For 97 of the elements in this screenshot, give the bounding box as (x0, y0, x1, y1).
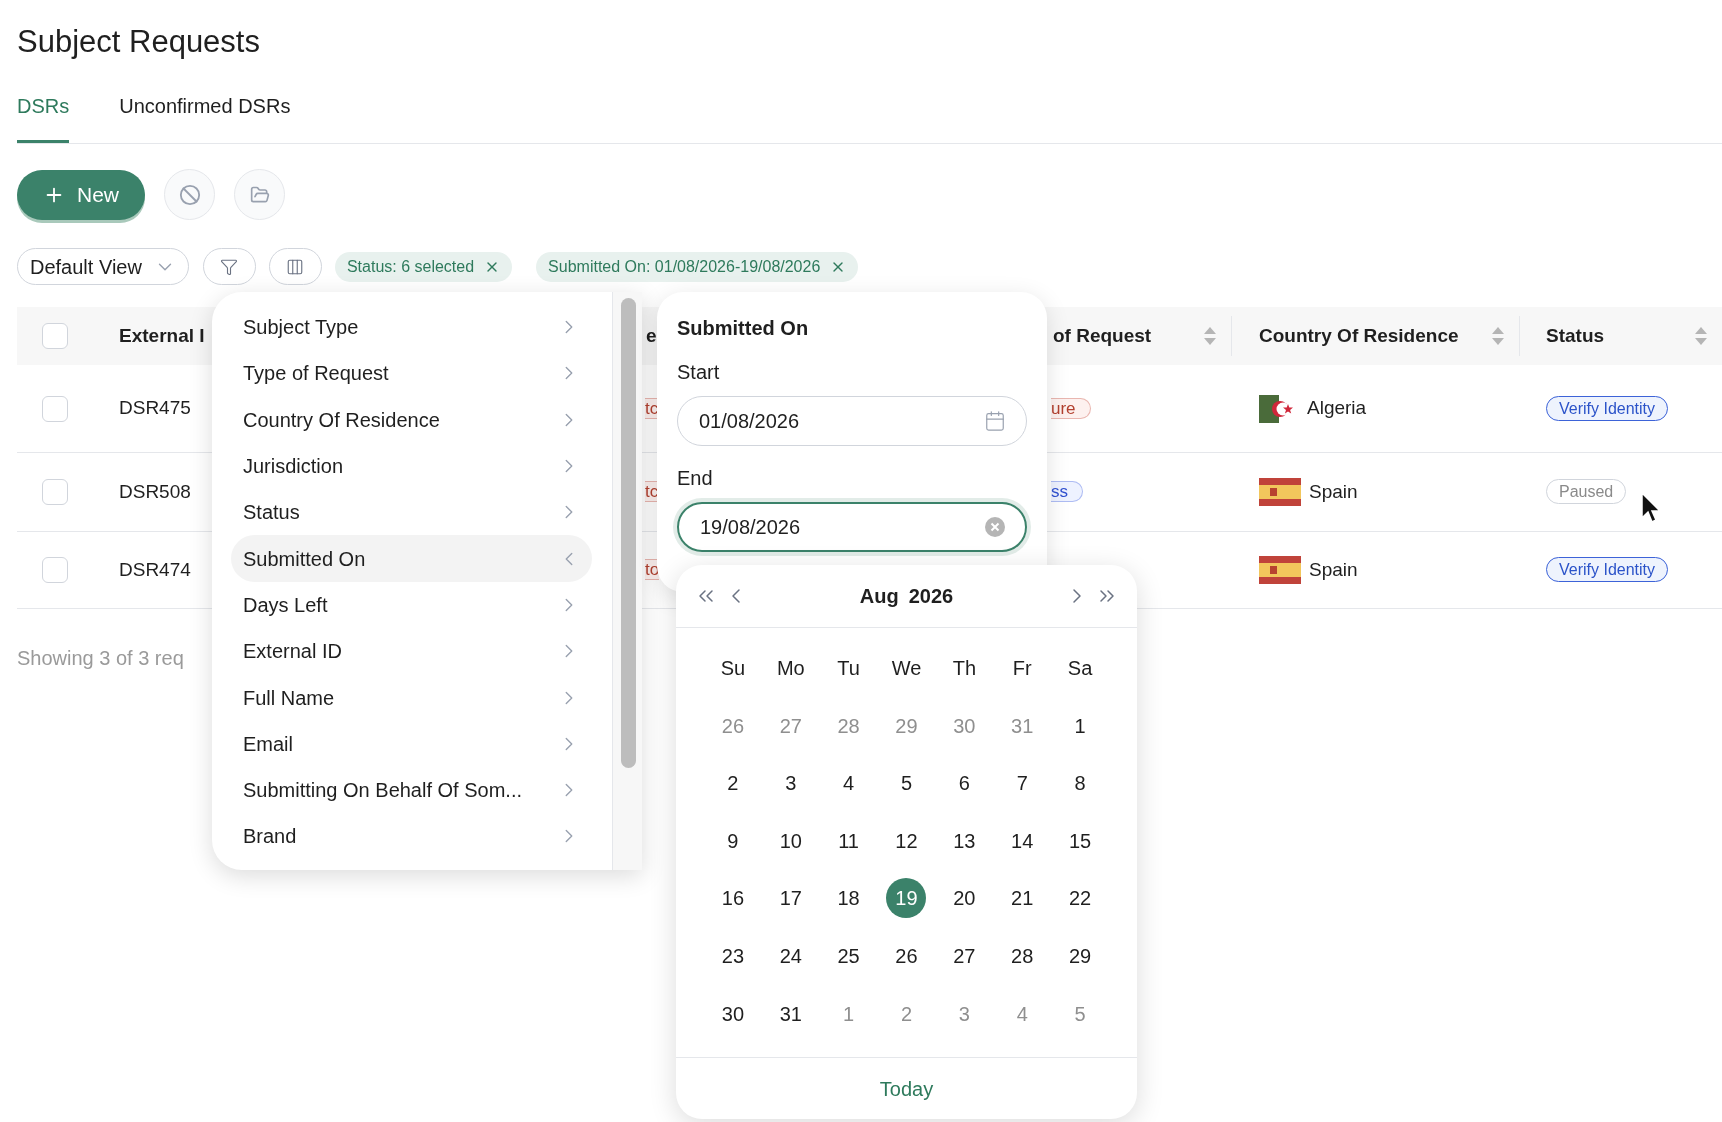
folder-icon (249, 184, 270, 205)
table-cell-text: Spain (1309, 479, 1358, 504)
filter-menu-item[interactable]: Submitted On (231, 535, 592, 582)
calendar-day[interactable]: 6 (944, 763, 985, 804)
year-label[interactable]: 2026 (908, 581, 954, 611)
date-field[interactable]: 01/08/2026 (677, 396, 1027, 446)
prohibited-icon (178, 183, 201, 206)
calendar-day[interactable]: 21 (1002, 878, 1043, 919)
clear-icon[interactable] (985, 517, 1005, 537)
calendar-day[interactable]: 26 (886, 935, 927, 976)
today-button[interactable]: Today (879, 1073, 934, 1104)
sort-icon[interactable] (1491, 325, 1505, 347)
calendar-day[interactable]: 8 (1060, 763, 1101, 804)
new-button[interactable]: New (17, 169, 145, 220)
filter-menu-item[interactable]: External ID (231, 628, 592, 675)
tab[interactable]: DSRs (17, 94, 70, 143)
checkbox[interactable] (42, 323, 68, 349)
table-cell-text: Algeria (1307, 396, 1367, 421)
calendar-day[interactable]: 20 (944, 878, 985, 919)
filter-menu-item[interactable]: Days Left (231, 581, 592, 629)
calendar-day[interactable]: 16 (712, 878, 753, 919)
checkbox[interactable] (42, 557, 68, 583)
field-label: End (677, 466, 714, 490)
tab[interactable]: Unconfirmed DSRs (119, 94, 291, 143)
weekday-label: We (891, 656, 922, 681)
status-badge: Verify Identity (1546, 557, 1669, 582)
calendar-day[interactable]: 17 (770, 878, 811, 919)
request-type-tag: to (645, 559, 660, 580)
calendar-day[interactable]: 23 (712, 935, 753, 976)
calendar-day[interactable]: 11 (828, 820, 869, 861)
calendar-day[interactable]: 3 (770, 763, 811, 804)
weekday-label: Sa (1067, 656, 1093, 681)
columns-icon (286, 257, 305, 276)
calendar-day[interactable]: 29 (1060, 935, 1101, 976)
field-label: Start (677, 360, 721, 384)
calendar-day[interactable]: 4 (828, 763, 869, 804)
filter-menu-item[interactable]: Subject Type (231, 304, 592, 351)
column-header: Status (1546, 323, 1605, 348)
table-cell-text: Spain (1309, 557, 1358, 582)
request-type-tag: ss (1051, 481, 1083, 502)
weekday-label: Su (720, 656, 746, 681)
table-cell: DSR475 (119, 397, 191, 419)
filter-icon (220, 257, 239, 276)
calendar-day[interactable]: 24 (770, 935, 811, 976)
month-label[interactable]: Aug (859, 581, 899, 611)
popover-title: Submitted On (677, 316, 810, 340)
calendar-day[interactable]: 2 (712, 763, 753, 804)
folder-button[interactable] (234, 169, 285, 220)
calendar-day[interactable]: 14 (1002, 820, 1043, 861)
scrollbar-thumb[interactable] (621, 298, 636, 768)
status-badge: Paused (1546, 479, 1627, 504)
filter-chip[interactable]: Submitted On: 01/08/2026-19/08/2026 (536, 251, 859, 282)
column-header: e (646, 323, 657, 348)
status-badge: Verify Identity (1546, 395, 1669, 421)
calendar-day[interactable]: 22 (1060, 878, 1101, 919)
calendar-day[interactable]: 9 (712, 820, 753, 861)
weekday-label: Th (952, 656, 976, 681)
calendar-icon[interactable] (984, 410, 1006, 432)
sort-icon[interactable] (1203, 325, 1217, 347)
calendar-day[interactable]: 30 (712, 993, 753, 1034)
column-header: External I (119, 323, 205, 348)
sort-icon[interactable] (1694, 325, 1708, 347)
filter-menu-item[interactable]: Jurisdiction (231, 442, 592, 490)
weekday-label: Fr (1012, 656, 1032, 681)
calendar-day[interactable]: 19 (886, 878, 927, 919)
table-cell: DSR474 (119, 558, 191, 580)
calendar-day[interactable]: 1 (1060, 705, 1101, 746)
checkbox[interactable] (42, 479, 68, 505)
block-button[interactable] (164, 169, 215, 220)
filter-menu-item[interactable]: Brand (231, 813, 592, 860)
filter-menu-item[interactable]: Status (231, 489, 592, 536)
calendar-day[interactable]: 10 (770, 820, 811, 861)
column-header: of Request (1053, 323, 1152, 348)
filter-menu-item[interactable]: Email (231, 720, 592, 767)
calendar-day[interactable]: 28 (1002, 935, 1043, 976)
calendar-day[interactable]: 15 (1060, 820, 1101, 861)
page-title: Subject Requests (17, 23, 261, 61)
filter-menu-item[interactable]: Submitting On Behalf Of Som... (231, 766, 592, 814)
calendar-day[interactable]: 7 (1002, 763, 1043, 804)
filter-menu-item[interactable]: Country Of Residence (231, 396, 592, 443)
weekday-label: Tu (837, 656, 860, 681)
calendar-day[interactable]: 12 (886, 820, 927, 861)
filter-chip[interactable]: Status: 6 selected (334, 251, 513, 282)
calendar-day[interactable]: 27 (944, 935, 985, 976)
calendar-day[interactable]: 18 (828, 878, 869, 919)
checkbox[interactable] (42, 395, 68, 422)
calendar-day[interactable]: 5 (886, 763, 927, 804)
filter-menu-item[interactable]: Full Name (231, 674, 592, 721)
calendar-day[interactable]: 25 (828, 935, 869, 976)
column-header: Country Of Residence (1259, 323, 1459, 348)
calendar-day[interactable]: 13 (944, 820, 985, 861)
filter-menu-item[interactable]: Type of Request (231, 350, 592, 397)
table-cell: DSR508 (119, 480, 191, 502)
weekday-label: Mo (776, 656, 805, 681)
calendar-day[interactable]: 31 (770, 993, 811, 1034)
request-type-tag: ure (1051, 397, 1091, 419)
results-count: Showing 3 of 3 req (17, 646, 184, 671)
